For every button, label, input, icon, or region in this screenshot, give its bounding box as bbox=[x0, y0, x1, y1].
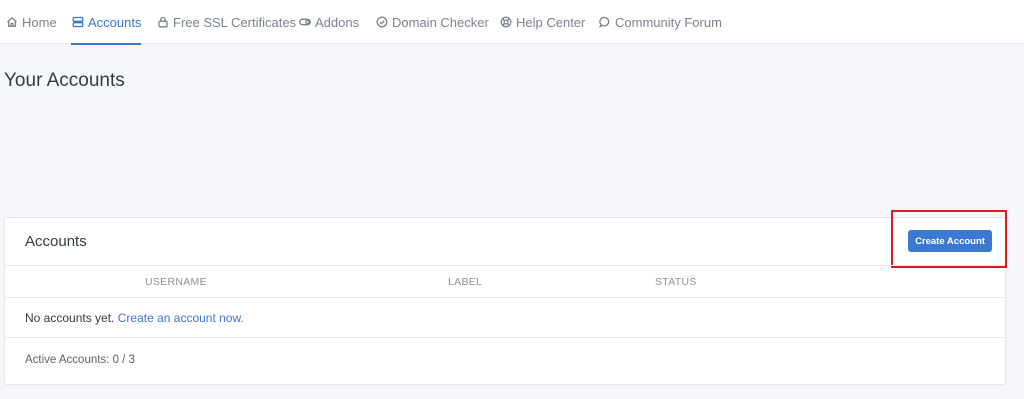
nav-item-label: Addons bbox=[315, 14, 360, 30]
home-icon bbox=[5, 16, 18, 29]
lock-icon bbox=[156, 16, 169, 29]
nav-item-label: Accounts bbox=[88, 14, 142, 30]
nav-item-addons[interactable]: Addons bbox=[298, 0, 359, 44]
toggle-icon bbox=[298, 16, 311, 29]
create-account-button[interactable]: Create Account bbox=[908, 230, 992, 252]
column-header-status: STATUS bbox=[655, 276, 697, 288]
accounts-table-header: USERNAME LABEL STATUS bbox=[5, 265, 1005, 298]
nav-item-home[interactable]: Home bbox=[5, 0, 57, 44]
nav-item-community-forum[interactable]: Community Forum bbox=[598, 0, 722, 44]
check-circle-icon bbox=[375, 16, 388, 29]
lifebuoy-icon bbox=[499, 16, 512, 29]
nav-item-help-center[interactable]: Help Center bbox=[499, 0, 585, 44]
accounts-card: Accounts Create Account USERNAME LABEL S… bbox=[4, 210, 1007, 385]
nav-item-accounts[interactable]: Accounts bbox=[71, 0, 142, 45]
empty-accounts-row: No accounts yet. Create an account now. bbox=[5, 298, 1005, 338]
active-accounts-count: Active Accounts: 0 / 3 bbox=[25, 354, 135, 366]
top-navigation: Home Accounts Free SSL Certificates Addo… bbox=[0, 0, 1024, 45]
chat-bubble-icon bbox=[598, 16, 611, 29]
column-header-username: USERNAME bbox=[145, 276, 207, 288]
create-account-link[interactable]: Create an account now. bbox=[118, 311, 244, 325]
empty-accounts-text: No accounts yet. bbox=[25, 311, 115, 325]
empty-accounts-message: No accounts yet. Create an account now. bbox=[25, 311, 244, 325]
nav-item-label: Domain Checker bbox=[392, 14, 489, 30]
nav-item-free-ssl-certificates[interactable]: Free SSL Certificates bbox=[156, 0, 296, 44]
nav-item-domain-checker[interactable]: Domain Checker bbox=[375, 0, 489, 44]
accounts-card-title: Accounts bbox=[25, 233, 87, 250]
nav-item-label: Help Center bbox=[516, 14, 586, 30]
nav-item-label: Community Forum bbox=[615, 14, 722, 30]
server-icon bbox=[71, 16, 84, 29]
column-header-label: LABEL bbox=[448, 276, 483, 288]
accounts-card-header: Accounts Create Account bbox=[5, 210, 1007, 268]
page-title: Your Accounts bbox=[4, 70, 125, 91]
nav-item-label: Home bbox=[22, 14, 57, 30]
nav-item-label: Free SSL Certificates bbox=[173, 14, 297, 30]
